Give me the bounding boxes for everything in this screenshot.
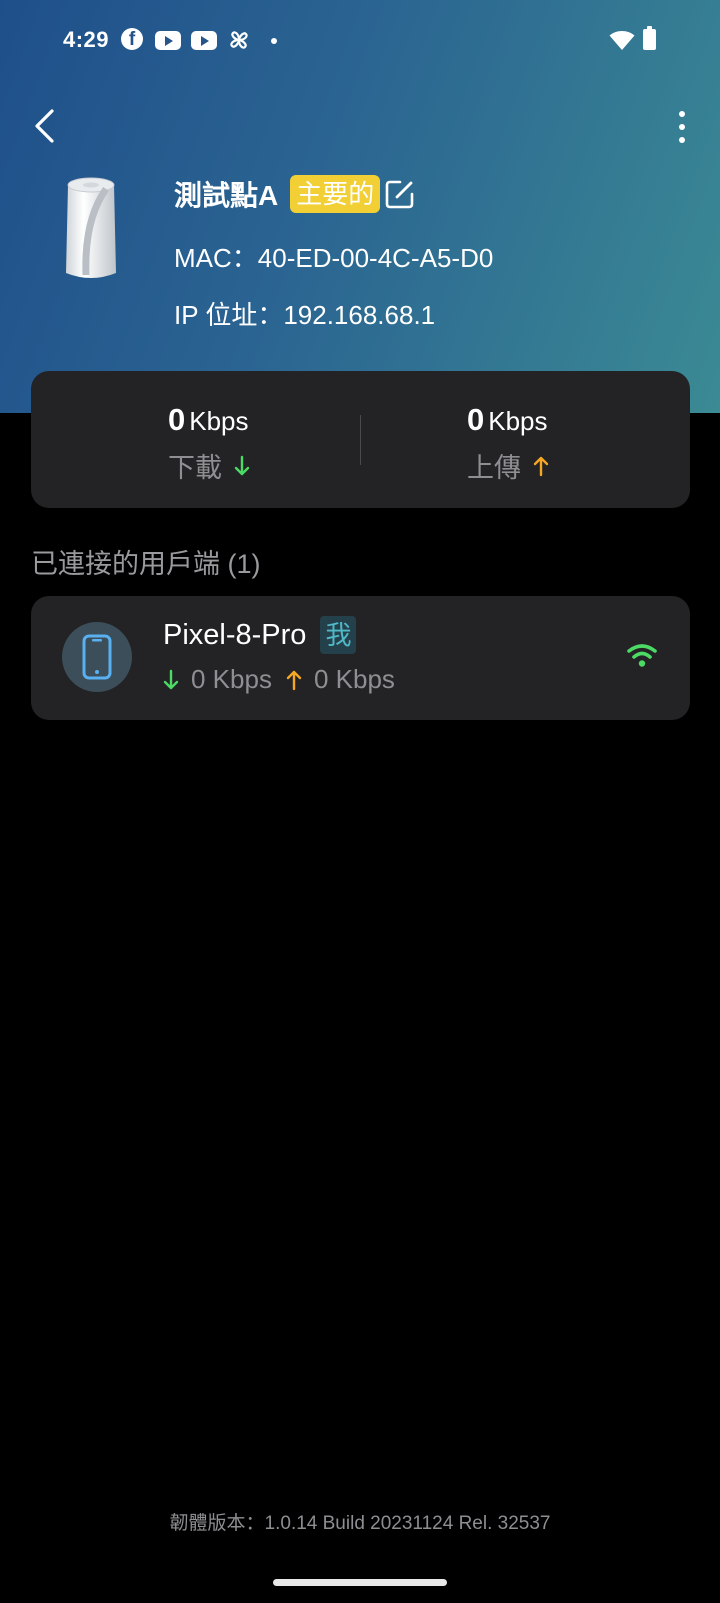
speed-card: 0 Kbps 下載 0 Kbps 上傳 [31, 371, 690, 508]
download-label: 下載 [168, 453, 222, 483]
device-name: 測試點A [174, 180, 279, 211]
client-list-item[interactable]: Pixel-8-Pro 我 0 Kbps 0 Kbps [31, 596, 690, 720]
firmware-version: 韌體版本：1.0.14 Build 20231124 Rel. 32537 [169, 1513, 551, 1534]
upload-speed-value: 0 [467, 402, 485, 437]
youtube-icon [191, 31, 217, 50]
connected-clients-title: 已連接的用戶端 (1) [31, 549, 261, 579]
client-name: Pixel-8-Pro [163, 618, 307, 651]
client-rates: 0 Kbps 0 Kbps [163, 664, 395, 695]
device-name-row: 測試點A 主要的 [174, 172, 416, 216]
me-badge: 我 [320, 616, 357, 654]
battery-icon [643, 26, 656, 50]
arrow-up-icon [533, 456, 549, 476]
client-upload-rate: 0 Kbps [313, 664, 395, 694]
device-detail-screen: 4:29 f 測試點A 主要的 MAC：40-ED-00-4C-A5-D0 IP… [0, 0, 720, 1603]
wifi-signal-icon [627, 644, 657, 667]
wifi-icon [609, 31, 635, 50]
arrow-up-icon [286, 670, 302, 690]
chevron-left-icon [35, 109, 54, 143]
arrow-down-icon [234, 455, 250, 475]
youtube-icon [155, 31, 181, 50]
back-button[interactable] [26, 104, 62, 148]
notification-dot-icon [271, 38, 277, 44]
ip-address: IP 位址：192.168.68.1 [174, 300, 436, 330]
more-vertical-icon [679, 111, 685, 117]
primary-badge: 主要的 [290, 175, 381, 213]
upload-label: 上傳 [467, 453, 521, 483]
home-indicator[interactable] [273, 1579, 447, 1586]
pinwheel-icon [230, 31, 248, 49]
facebook-icon: f [121, 28, 143, 50]
edit-icon[interactable] [384, 178, 416, 210]
download-speed: 0 Kbps 下載 [168, 371, 468, 508]
deco-device-image [66, 177, 116, 278]
status-time: 4:29 [63, 27, 110, 52]
more-options-button[interactable] [664, 105, 700, 149]
smartphone-icon [82, 634, 112, 680]
mac-address: MAC：40-ED-00-4C-A5-D0 [174, 243, 494, 273]
status-bar: 4:29 f [0, 0, 720, 82]
arrow-down-icon [163, 669, 179, 689]
download-speed-value: 0 [168, 402, 186, 437]
speed-divider [360, 415, 361, 465]
download-speed-unit: Kbps [189, 406, 249, 436]
client-avatar [62, 622, 132, 692]
upload-speed-unit: Kbps [488, 406, 548, 436]
client-download-rate: 0 Kbps [191, 664, 272, 694]
upload-speed: 0 Kbps 上傳 [467, 371, 720, 508]
